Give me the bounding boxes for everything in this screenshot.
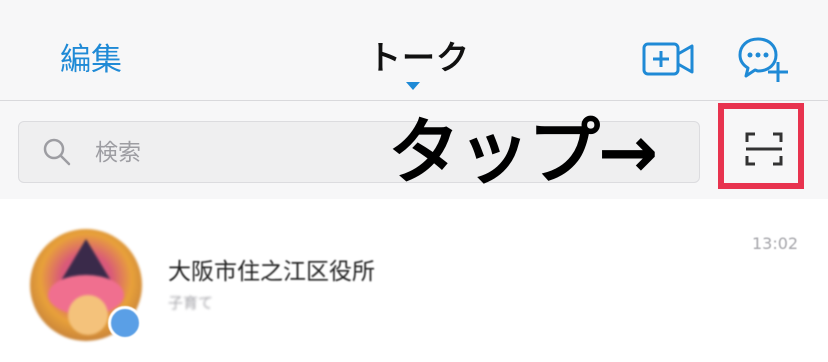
chat-name: 大阪市住之江区役所 [168, 259, 375, 285]
top-navigation-bar: 編集 トーク [0, 0, 828, 101]
qr-scan-icon[interactable] [745, 132, 783, 166]
chat-preview: 子育て [168, 294, 214, 312]
edit-button[interactable]: 編集 [60, 40, 122, 80]
search-icon [43, 138, 71, 166]
new-chat-icon[interactable] [738, 36, 788, 84]
video-call-plus-icon[interactable] [642, 40, 694, 78]
chat-list-item[interactable]: 大阪市住之江区役所 子育て 13:02 [0, 200, 828, 362]
title-dropdown-caret-icon[interactable] [406, 82, 420, 90]
official-badge-icon [108, 306, 142, 340]
tap-annotation: タップ→ [388, 110, 658, 194]
avatar-face-shape [68, 295, 108, 335]
chat-timestamp: 13:02 [752, 234, 799, 253]
page-title[interactable]: トーク [368, 38, 470, 78]
